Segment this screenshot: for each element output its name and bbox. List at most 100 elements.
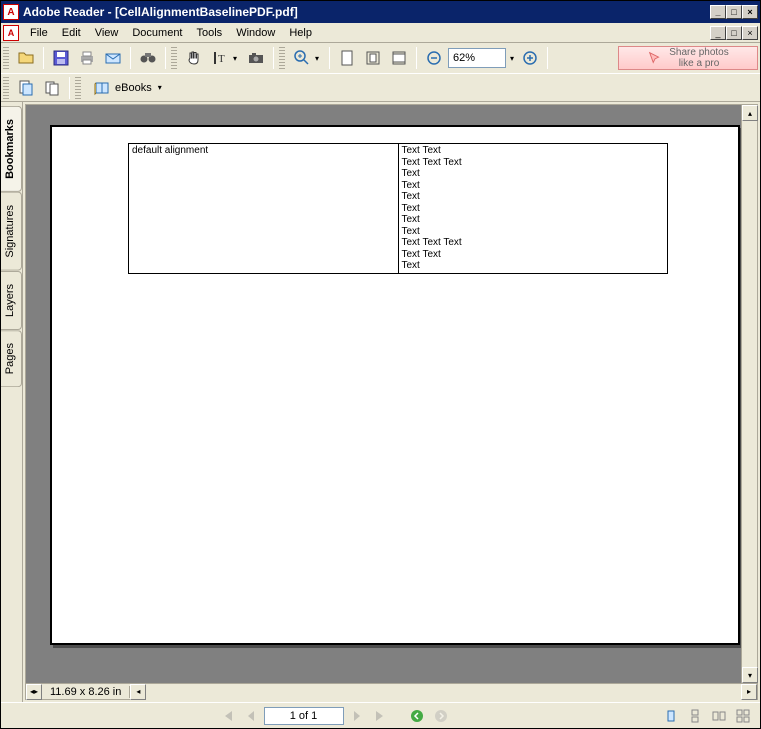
toolbar-grip[interactable]	[3, 77, 9, 99]
scroll-left-button[interactable]: ◂	[130, 684, 146, 700]
floppy-icon	[52, 49, 70, 67]
scroll-up-button[interactable]: ▴	[742, 105, 758, 121]
table-cell-right: Text TextText Text TextTextTextTextTextT…	[398, 144, 668, 274]
zoom-in-button[interactable]: ▾	[290, 46, 324, 70]
table-text-line: Text	[402, 203, 665, 215]
menu-file[interactable]: File	[23, 25, 55, 41]
binoculars-icon	[139, 49, 157, 67]
menu-view[interactable]: View	[88, 25, 126, 41]
continuous-facing-icon	[736, 709, 750, 723]
actual-size-button[interactable]	[335, 46, 359, 70]
save-button[interactable]	[49, 46, 73, 70]
ebooks-button[interactable]: eBooks ▾	[86, 76, 171, 100]
table-text-line: Text	[402, 168, 665, 180]
plus-circle-icon	[521, 49, 539, 67]
hand-tool-button[interactable]	[182, 46, 206, 70]
review-tracker-button[interactable]	[40, 76, 64, 100]
page-input[interactable]	[264, 707, 344, 725]
maximize-button[interactable]: □	[726, 5, 742, 19]
facing-button[interactable]	[708, 706, 730, 726]
back-arrow-icon	[410, 709, 424, 723]
toolbar-grip[interactable]	[75, 77, 81, 99]
horizontal-scrollbar[interactable]: ◂▸ 11.69 x 8.26 in ◂ ▸	[26, 683, 757, 699]
page-dimensions: 11.69 x 8.26 in	[42, 686, 130, 698]
fit-width-button[interactable]	[387, 46, 411, 70]
continuous-icon	[688, 709, 702, 723]
hand-icon	[185, 49, 203, 67]
menu-help[interactable]: Help	[282, 25, 319, 41]
magnifier-plus-icon	[293, 49, 311, 67]
scroll-right-button[interactable]: ▸	[741, 684, 757, 700]
mdi-minimize-button[interactable]: _	[710, 26, 726, 40]
toolbar-grip[interactable]	[279, 47, 285, 69]
vertical-scrollbar[interactable]: ▴ ▾	[741, 105, 757, 683]
prev-page-button[interactable]	[240, 706, 262, 726]
tab-pages[interactable]: Pages	[1, 330, 22, 387]
scroll-track[interactable]	[146, 684, 741, 700]
last-page-button[interactable]	[370, 706, 392, 726]
menu-window[interactable]: Window	[229, 25, 282, 41]
table-text-line: Text Text	[402, 145, 665, 157]
mdi-close-button[interactable]: ×	[742, 26, 758, 40]
page-icon	[338, 49, 356, 67]
fit-page-button[interactable]	[361, 46, 385, 70]
bottom-nav	[1, 702, 760, 728]
titlebar: A Adobe Reader - [CellAlignmentBaselineP…	[1, 1, 760, 23]
zoom-out-button[interactable]	[422, 46, 446, 70]
toolbar-grip[interactable]	[3, 47, 9, 69]
main-area: Bookmarks Signatures Layers Pages defaul…	[1, 102, 760, 702]
minimize-button[interactable]: _	[710, 5, 726, 19]
toolbar-grip[interactable]	[171, 47, 177, 69]
print-button[interactable]	[75, 46, 99, 70]
fit-page-icon	[364, 49, 382, 67]
mdi-restore-button[interactable]: □	[726, 26, 742, 40]
open-button[interactable]	[14, 46, 38, 70]
next-page-button[interactable]	[346, 706, 368, 726]
zoom-in-button-2[interactable]	[518, 46, 542, 70]
table-cell-left: default alignment	[129, 144, 399, 274]
scroll-down-button[interactable]: ▾	[742, 667, 758, 683]
promo-button[interactable]: Share photos like a pro	[618, 46, 758, 70]
chevron-down-icon[interactable]: ▾	[508, 54, 516, 63]
close-button[interactable]: ×	[742, 5, 758, 19]
zoom-input[interactable]	[448, 48, 506, 68]
single-page-button[interactable]	[660, 706, 682, 726]
table-text-line: Text	[402, 191, 665, 203]
first-page-button[interactable]	[216, 706, 238, 726]
email-button[interactable]	[101, 46, 125, 70]
next-page-icon	[350, 709, 364, 723]
chevron-down-icon: ▾	[313, 54, 321, 63]
select-text-button[interactable]: T ▾	[208, 46, 242, 70]
pages-icon	[43, 79, 61, 97]
scroll-track[interactable]	[742, 121, 757, 667]
prev-page-icon	[244, 709, 258, 723]
content-table: default alignment Text TextText Text Tex…	[128, 143, 668, 274]
table-text-line: Text Text	[402, 249, 665, 261]
table-text-line: Text	[402, 180, 665, 192]
menu-tools[interactable]: Tools	[190, 25, 230, 41]
text-select-icon: T	[211, 49, 229, 67]
scroll-grip-button[interactable]: ◂▸	[26, 684, 42, 700]
ebooks-label: eBooks	[115, 82, 152, 94]
tab-signatures[interactable]: Signatures	[1, 192, 22, 271]
promo-text-2: like a pro	[669, 58, 729, 69]
printer-icon	[78, 49, 96, 67]
continuous-facing-button[interactable]	[732, 706, 754, 726]
tab-layers[interactable]: Layers	[1, 271, 22, 330]
table-text-line: Text	[402, 214, 665, 226]
document-pane: default alignment Text TextText Text Tex…	[25, 104, 758, 700]
table-text-line: Text Text Text	[402, 157, 665, 169]
folder-open-icon	[17, 49, 35, 67]
menu-document[interactable]: Document	[125, 25, 189, 41]
document-viewport[interactable]: default alignment Text TextText Text Tex…	[26, 105, 741, 683]
adobe-reader-icon: A	[3, 4, 19, 20]
forward-button[interactable]	[430, 706, 452, 726]
continuous-button[interactable]	[684, 706, 706, 726]
menu-edit[interactable]: Edit	[55, 25, 88, 41]
minus-circle-icon	[425, 49, 443, 67]
tab-bookmarks[interactable]: Bookmarks	[1, 106, 22, 192]
snapshot-button[interactable]	[244, 46, 268, 70]
review-button[interactable]	[14, 76, 38, 100]
back-button[interactable]	[406, 706, 428, 726]
search-button[interactable]	[136, 46, 160, 70]
